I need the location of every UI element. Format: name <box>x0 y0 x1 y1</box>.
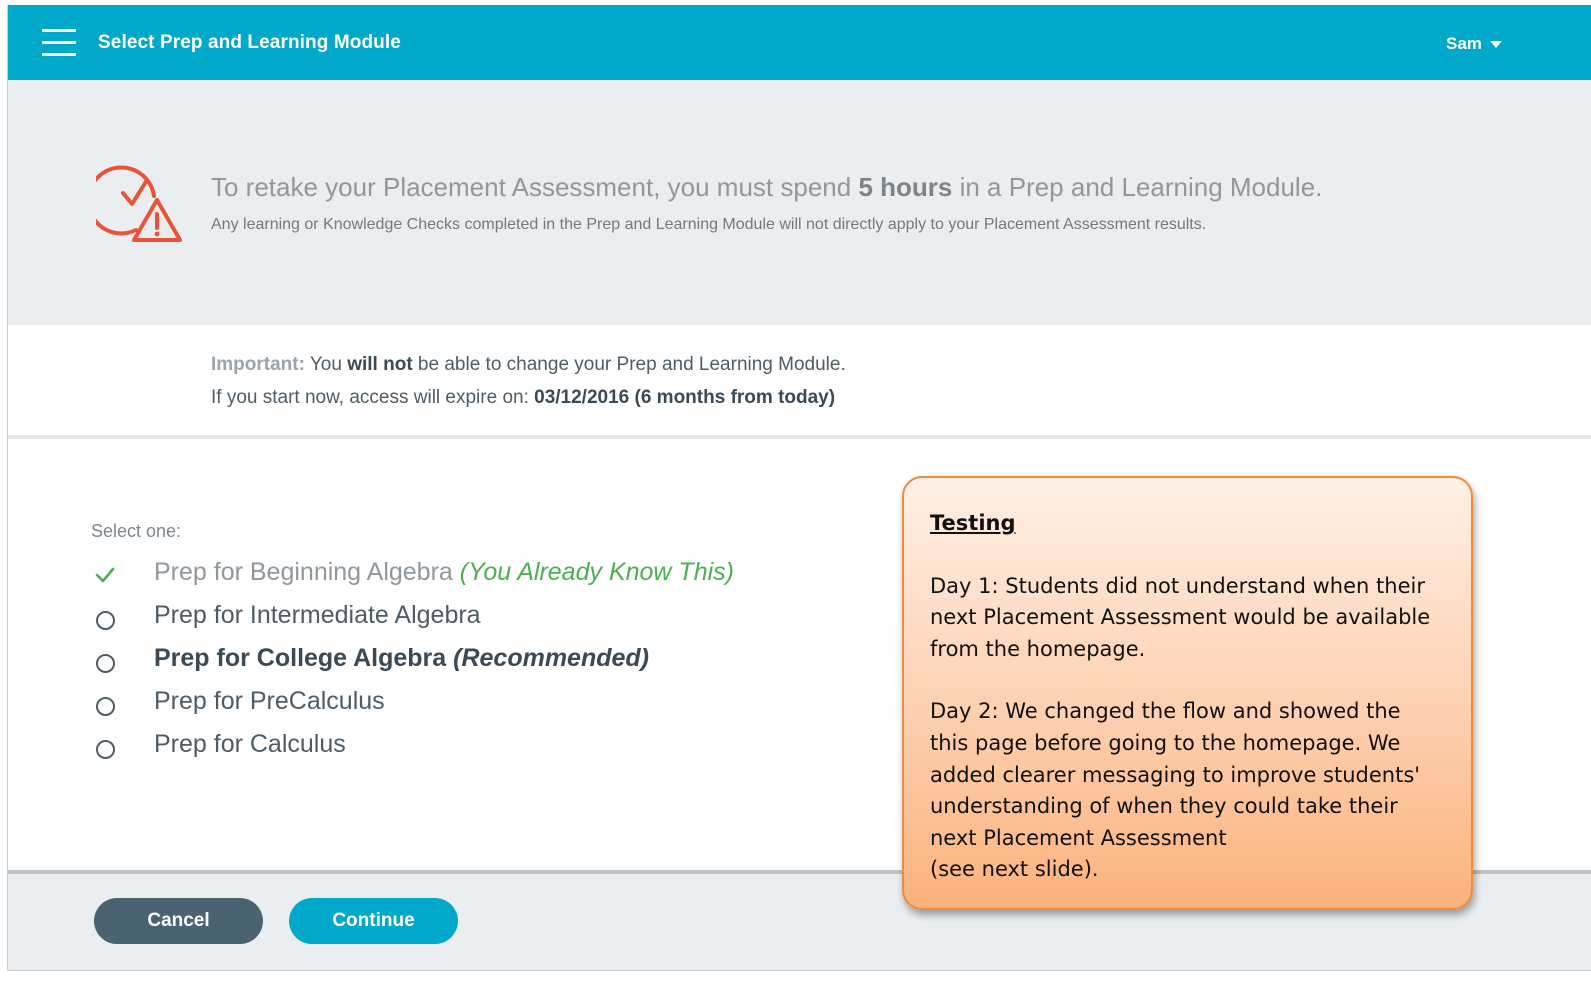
option-beginning-algebra[interactable]: Prep for Beginning Algebra (You Already … <box>94 558 814 592</box>
option-label: Prep for PreCalculus <box>154 687 385 715</box>
check-icon <box>95 567 115 583</box>
testing-annotation-callout: Testing Day 1: Students did not understa… <box>902 476 1473 910</box>
banner-headline-suffix: in a Prep and Learning Module. <box>952 172 1323 202</box>
user-menu-button[interactable]: Sam <box>1446 34 1502 54</box>
option-college-algebra[interactable]: Prep for College Algebra (Recommended) <box>94 644 814 678</box>
option-title: Prep for College Algebra <box>154 644 447 672</box>
caret-down-icon <box>1489 41 1502 49</box>
radio-icon[interactable] <box>94 607 116 630</box>
annotation-day1: Day 1: Students did not understand when … <box>930 573 1431 661</box>
option-label: Prep for College Algebra (Recommended) <box>154 644 649 673</box>
banner-subtext: Any learning or Knowledge Checks complet… <box>211 216 1207 233</box>
top-navigation-bar: Select Prep and Learning Module Sam <box>8 5 1591 80</box>
expiry-line: If you start now, access will expire on:… <box>211 387 835 409</box>
annotation-see-next: (see next slide). <box>930 857 1099 882</box>
annotation-day2: Day 2: We changed the flow and showed th… <box>930 699 1421 850</box>
important-text-b: be able to change your Prep and Learning… <box>412 354 846 375</box>
user-name: Sam <box>1446 34 1482 53</box>
hamburger-menu-icon[interactable] <box>42 29 76 57</box>
already-know-note: (You Already Know This) <box>459 558 734 586</box>
select-one-label: Select one: <box>91 521 182 541</box>
option-intermediate-algebra[interactable]: Prep for Intermediate Algebra <box>94 601 814 635</box>
banner-headline-prefix: To retake your Placement Assessment, you… <box>211 172 859 202</box>
option-precalculus[interactable]: Prep for PreCalculus <box>94 687 814 721</box>
option-title: Prep for Beginning Algebra <box>154 558 453 586</box>
retake-requirement-banner: To retake your Placement Assessment, you… <box>8 80 1591 325</box>
important-line-1: Important: You will not be able to chang… <box>211 354 846 376</box>
radio-icon[interactable] <box>94 650 116 673</box>
option-calculus[interactable]: Prep for Calculus <box>94 730 814 764</box>
important-label: Important: <box>211 354 305 375</box>
expiry-prefix: If you start now, access will expire on: <box>211 387 535 408</box>
option-label: Prep for Beginning Algebra (You Already … <box>154 558 734 587</box>
important-emphasis: will not <box>347 354 413 375</box>
expiry-date: 03/12/2016 (6 months from today) <box>534 387 836 408</box>
banner-headline: To retake your Placement Assessment, you… <box>211 172 1322 203</box>
option-label: Prep for Intermediate Algebra <box>154 601 481 629</box>
recommended-note: (Recommended) <box>453 644 650 672</box>
page-title: Select Prep and Learning Module <box>98 32 401 53</box>
cancel-button[interactable]: Cancel <box>94 898 263 944</box>
continue-button[interactable]: Continue <box>289 898 458 944</box>
banner-hours: 5 hours <box>858 172 953 202</box>
important-notice: Important: You will not be able to chang… <box>8 325 1591 439</box>
radio-icon[interactable] <box>94 693 116 716</box>
clock-warning-icon <box>96 165 182 242</box>
annotation-title: Testing <box>930 511 1016 535</box>
important-text-a: You <box>304 354 348 375</box>
option-label: Prep for Calculus <box>154 730 346 758</box>
radio-icon[interactable] <box>94 736 116 759</box>
